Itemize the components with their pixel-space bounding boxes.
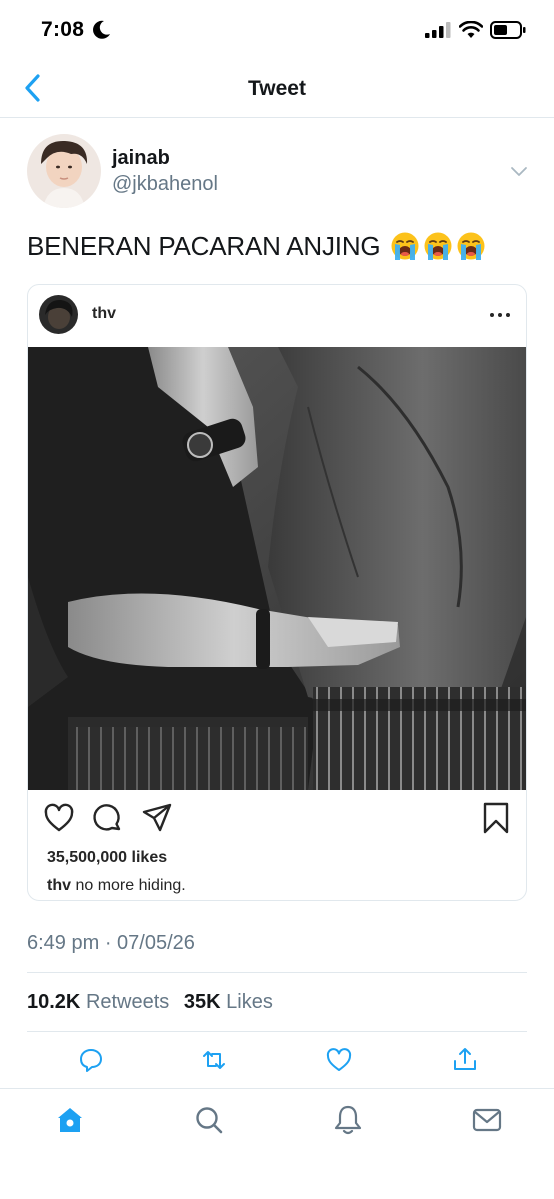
messages-icon[interactable] xyxy=(471,1104,503,1136)
retweets-count[interactable]: 10.2K xyxy=(27,991,80,1013)
embedded-post-card[interactable]: thv 35,500,000 likes thv no more hiding. xyxy=(27,284,527,901)
status-bar: 7:08 xyxy=(0,0,554,62)
cellular-signal-icon xyxy=(425,22,451,38)
page-title: Tweet xyxy=(248,77,306,100)
chevron-down-icon[interactable] xyxy=(508,163,530,179)
wifi-icon xyxy=(459,21,483,38)
divider xyxy=(27,972,527,973)
post-share-paper-plane-icon[interactable] xyxy=(141,802,173,834)
retweets-label[interactable]: Retweets xyxy=(86,991,169,1013)
likes-label[interactable]: Likes xyxy=(226,991,273,1013)
search-icon[interactable] xyxy=(193,1104,225,1136)
battery-icon xyxy=(490,21,526,39)
loudly-crying-face-emoji-icon xyxy=(391,232,419,260)
post-caption-text: no more hiding. xyxy=(75,877,186,894)
post-comment-icon[interactable] xyxy=(92,802,124,834)
likes-count[interactable]: 35K xyxy=(184,991,221,1013)
home-icon[interactable] xyxy=(54,1104,86,1136)
status-time: 7:08 xyxy=(41,18,85,41)
tweet-timestamp: 6:49 pm · 07/05/26 xyxy=(27,932,195,954)
post-like-heart-icon[interactable] xyxy=(43,802,75,834)
post-likes-count: 35,500,000 likes xyxy=(47,849,168,866)
loudly-crying-face-emoji-icon xyxy=(424,232,452,260)
tweet-text: BENERAN PACARAN ANJING xyxy=(27,231,537,262)
moon-icon xyxy=(93,20,110,39)
post-author-username[interactable]: thv xyxy=(92,305,116,323)
navigation-bar: Tweet xyxy=(0,62,554,118)
author-name[interactable]: jainab xyxy=(112,147,170,170)
share-icon[interactable] xyxy=(452,1046,478,1072)
post-caption: thv no more hiding. xyxy=(47,877,186,895)
post-author-avatar[interactable] xyxy=(39,295,78,334)
loudly-crying-face-emoji-icon xyxy=(457,232,485,260)
tab-bar xyxy=(0,1088,554,1199)
divider xyxy=(27,1031,527,1032)
more-options-icon[interactable] xyxy=(488,303,512,327)
post-photo[interactable] xyxy=(28,347,526,790)
tweet-stats: 10.2K Retweets 35K Likes xyxy=(27,991,282,1014)
post-save-bookmark-icon[interactable] xyxy=(480,802,512,834)
retweet-icon[interactable] xyxy=(201,1047,227,1073)
notifications-icon[interactable] xyxy=(332,1104,364,1136)
author-avatar[interactable] xyxy=(27,134,101,208)
like-icon[interactable] xyxy=(326,1047,352,1073)
reply-icon[interactable] xyxy=(78,1047,104,1073)
post-caption-username[interactable]: thv xyxy=(47,877,71,894)
author-handle[interactable]: @jkbahenol xyxy=(112,173,218,196)
tweet-text-content: BENERAN PACARAN ANJING xyxy=(27,231,381,261)
